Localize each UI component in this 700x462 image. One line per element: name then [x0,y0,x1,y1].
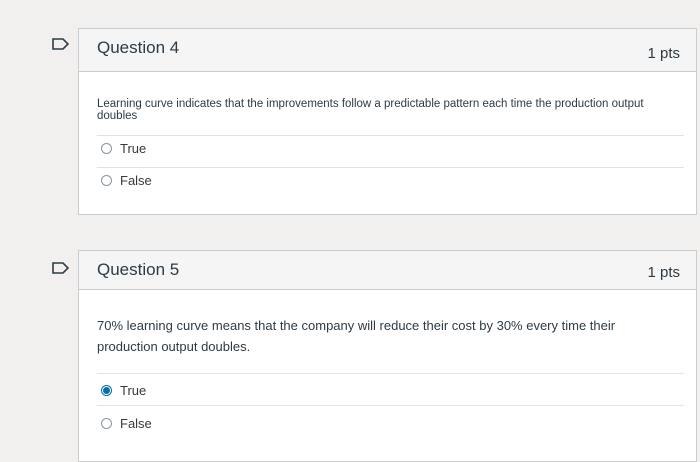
question-points: 1 pts [647,264,680,281]
question-text: Learning curve indicates that the improv… [97,98,644,122]
answer-label: True [120,141,147,156]
answer-label: True [120,383,147,398]
answer-option-false[interactable]: False [101,416,152,431]
radio-button[interactable] [101,143,112,154]
question-5: Question 5 1 pts 70% learning curve mean… [78,250,697,462]
question-title: Question 4 [97,38,180,57]
flag-icon[interactable] [52,262,70,274]
answer-label: False [120,416,152,431]
radio-button-selected[interactable] [101,385,112,396]
question-header: Question 5 1 pts [79,251,696,290]
answer-option-false[interactable]: False [101,173,152,188]
answer-divider [97,373,684,374]
answer-option-true[interactable]: True [101,141,146,156]
question-points: 1 pts [647,45,680,62]
question-header: Question 4 1 pts [79,29,696,72]
answer-label: False [120,173,152,188]
flag-icon[interactable] [52,38,70,50]
radio-button[interactable] [101,175,112,186]
question-title: Question 5 [97,260,180,279]
radio-button[interactable] [101,418,112,429]
question-4: Question 4 1 pts Learning curve indicate… [78,28,697,215]
answer-divider [97,167,684,168]
question-text: 70% learning curve means that the compan… [97,318,616,354]
answer-divider [97,405,684,406]
answer-option-true[interactable]: True [101,383,146,398]
answer-divider [97,135,684,136]
